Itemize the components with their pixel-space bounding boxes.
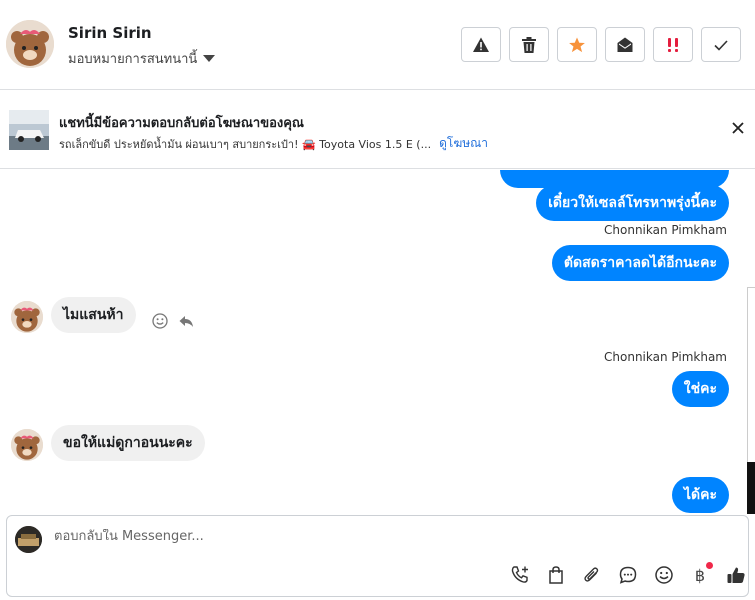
ad-description: รถเล็กขับดี ประหยัดน้ำมัน ผ่อนเบาๆ สบายก… xyxy=(59,137,432,151)
warning-icon xyxy=(473,37,489,52)
message-bubble-incoming: ขอให้แม่ดูกาอนนะคะ xyxy=(51,425,205,461)
header-actions xyxy=(461,27,741,62)
smiley-icon xyxy=(655,566,673,584)
car-image-icon xyxy=(9,110,49,150)
scrollbar-thumb[interactable] xyxy=(747,462,755,514)
page-avatar xyxy=(15,526,42,553)
contact-name: Sirin Sirin xyxy=(68,24,152,42)
message-bubble-outgoing: ได้คะ xyxy=(671,477,729,513)
shopping-bag-icon xyxy=(549,566,563,584)
like-button[interactable] xyxy=(724,563,748,587)
close-icon xyxy=(732,122,744,134)
notification-dot xyxy=(706,562,713,569)
sender-name: Chonnikan Pimkham xyxy=(604,223,727,237)
ad-banner-title: แชทนี้มีข้อความตอบกลับต่อโฆษณาของคุณ xyxy=(59,116,304,131)
paperclip-icon xyxy=(584,567,599,582)
thumbs-up-icon xyxy=(727,567,745,583)
phone-plus-icon xyxy=(511,566,528,583)
ad-thumbnail[interactable] xyxy=(9,110,49,150)
priority-button[interactable] xyxy=(653,27,693,62)
avatar[interactable] xyxy=(11,301,43,333)
star-icon xyxy=(569,37,585,52)
view-ad-link[interactable]: ดูโฆษณา xyxy=(439,134,488,153)
mark-unread-button[interactable] xyxy=(605,27,645,62)
message-bubble-incoming: ไมแสนห้า xyxy=(51,297,136,333)
trash-icon xyxy=(522,36,536,53)
attach-button[interactable] xyxy=(580,563,604,587)
saved-replies-button[interactable] xyxy=(616,563,640,587)
bear-avatar-icon xyxy=(6,20,54,68)
star-button[interactable] xyxy=(557,27,597,62)
call-button[interactable] xyxy=(508,563,532,587)
composer-toolbar: ฿ xyxy=(508,562,748,587)
avatar[interactable] xyxy=(6,20,54,68)
bear-avatar-icon xyxy=(11,301,43,333)
baht-icon: ฿ xyxy=(694,565,706,585)
caret-down-icon xyxy=(203,55,216,62)
avatar[interactable] xyxy=(11,429,43,461)
close-banner-button[interactable] xyxy=(729,119,747,137)
payment-button[interactable]: ฿ xyxy=(688,562,713,587)
ad-reply-banner: แชทนี้มีข้อความตอบกลับต่อโฆษณาของคุณ รถเ… xyxy=(0,91,755,169)
assign-label: มอบหมายการสนทนานี้ xyxy=(68,52,198,67)
envelope-open-icon xyxy=(617,37,633,52)
shop-button[interactable] xyxy=(544,563,568,587)
reply-icon[interactable] xyxy=(178,313,194,329)
delete-button[interactable] xyxy=(509,27,549,62)
priority-icon xyxy=(668,37,678,52)
sender-name: Chonnikan Pimkham xyxy=(604,350,727,364)
report-spam-button[interactable] xyxy=(461,27,501,62)
assign-conversation-dropdown[interactable]: มอบหมายการสนทนานี้ xyxy=(68,48,216,69)
emoji-button[interactable] xyxy=(652,563,676,587)
message-thread[interactable]: เดี๋ยวให้เซลล์โทรหาพรุ่งนี้คะ Chonnikan … xyxy=(0,170,755,514)
message-bubble-outgoing: เดี๋ยวให้เซลล์โทรหาพรุ่งนี้คะ xyxy=(536,185,729,221)
check-icon xyxy=(714,39,728,51)
reply-composer: ฿ xyxy=(6,515,749,597)
bear-avatar-icon xyxy=(11,429,43,461)
conversation-header: Sirin Sirin มอบหมายการสนทนานี้ xyxy=(0,0,755,90)
mark-done-button[interactable] xyxy=(701,27,741,62)
message-bubble-outgoing: ตัดสดราคาลดได้อีกนะคะ xyxy=(551,245,729,281)
ad-banner-subtitle: รถเล็กขับดี ประหยัดน้ำมัน ผ่อนเบาๆ สบายก… xyxy=(59,134,488,153)
chat-bubble-icon xyxy=(619,566,637,584)
page-logo-icon xyxy=(15,526,42,553)
message-bubble-outgoing: ใช่คะ xyxy=(671,371,729,407)
message-actions xyxy=(152,313,194,329)
reply-input[interactable] xyxy=(54,529,654,544)
react-smiley-icon[interactable] xyxy=(152,313,168,329)
